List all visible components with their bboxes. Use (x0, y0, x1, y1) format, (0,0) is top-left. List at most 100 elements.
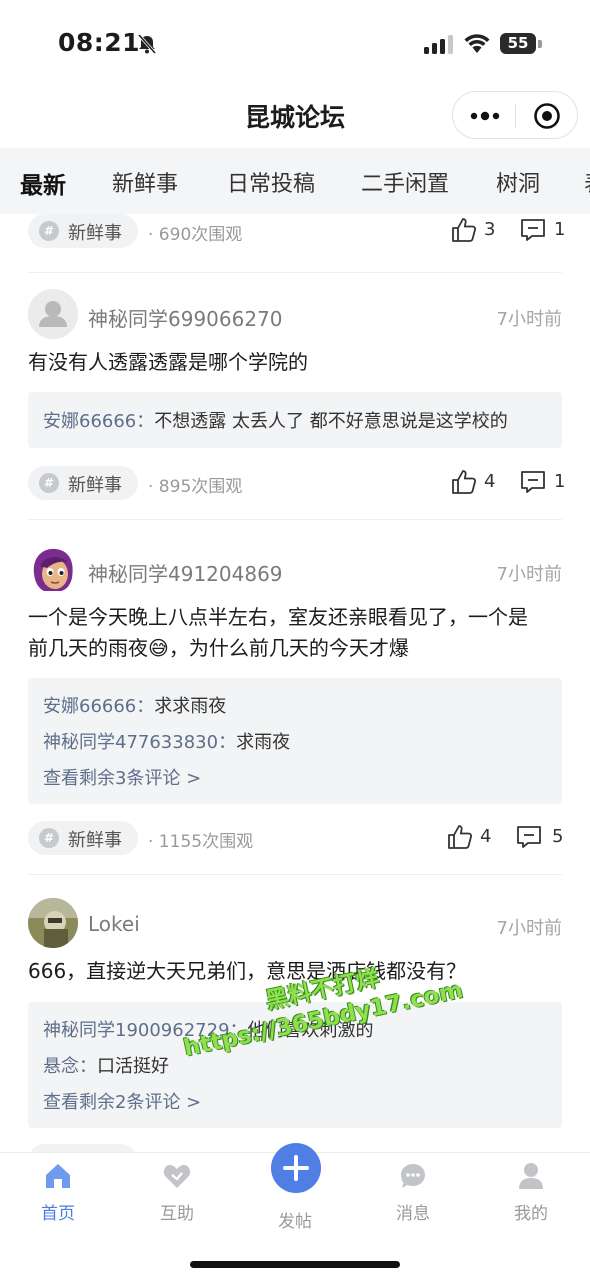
comment-line: 神秘同学477633830：求雨夜 (43, 728, 290, 754)
tab-more[interactable]: 表 (584, 166, 590, 198)
comment-author[interactable]: 悬念： (43, 1056, 97, 1077)
nav-label: 消息 (396, 1204, 430, 1224)
comment-text: 求雨夜 (236, 732, 291, 753)
nav-label: 我的 (514, 1204, 548, 1224)
topic-tag[interactable]: # 新鲜事 (28, 821, 138, 855)
comment-count: 1 (554, 219, 566, 240)
comment-line: 神秘同学1900962729：他们喜欢刺激的 (43, 1016, 374, 1042)
like-count: 4 (484, 471, 496, 492)
home-icon (46, 1164, 70, 1188)
post-meta-row: # 新鲜事 · 895次围观 4 1 (0, 466, 590, 502)
tab-daily-submission[interactable]: 日常投稿 (227, 166, 315, 198)
nav-label: 发帖 (278, 1212, 312, 1232)
nav-home[interactable]: 首页 (8, 1153, 108, 1243)
bell-muted-icon (137, 34, 157, 54)
view-count: · 895次围观 (148, 477, 243, 497)
signal-icon (424, 35, 453, 54)
title-bar: 昆城论坛 (0, 88, 590, 148)
view-count: · 1155次围观 (148, 832, 254, 852)
comment-line: 安娜66666：求求雨夜 (43, 692, 226, 718)
comment-icon[interactable] (520, 218, 546, 242)
nav-label: 首页 (41, 1204, 75, 1224)
hashtag-icon: # (39, 221, 59, 241)
comment-icon[interactable] (516, 825, 542, 849)
thumbs-up-icon[interactable] (450, 216, 478, 244)
avatar[interactable] (28, 544, 78, 594)
comment-preview[interactable]: 安娜66666：不想透露 太丢人了 都不好意思说是这学校的 (28, 392, 562, 448)
comment-text: 口活挺好 (97, 1056, 169, 1077)
post-content-line: 前几天的雨夜😅，为什么前几天的今天才爆 (28, 636, 409, 660)
battery-indicator: 55 (500, 33, 542, 55)
comment-text: 求求雨夜 (154, 696, 227, 717)
tab-tree-hole[interactable]: 树洞 (496, 166, 540, 198)
post-content[interactable]: 有没有人透露透露是哪个学院的 (28, 347, 562, 378)
comment-count: 5 (552, 826, 564, 847)
topic-tag[interactable] (28, 1144, 138, 1152)
post-divider (28, 272, 562, 273)
post-time: 7小时前 (496, 309, 562, 330)
like-count: 3 (484, 219, 496, 240)
view-count: · 690次围观 (148, 225, 243, 245)
tab-news[interactable]: 新鲜事 (112, 166, 178, 198)
close-target-icon[interactable] (533, 102, 561, 130)
post-button[interactable] (271, 1143, 321, 1193)
tab-latest[interactable]: 最新 (20, 166, 66, 200)
view-more-comments-link[interactable]: 查看剩余2条评论 > (43, 1088, 201, 1114)
status-time: 08:21 (58, 28, 141, 57)
nav-help[interactable]: 互助 (127, 1153, 227, 1243)
comment-icon[interactable] (520, 470, 546, 494)
plus-icon (283, 1155, 309, 1181)
comment-line: 悬念：口活挺好 (43, 1052, 169, 1078)
like-count: 4 (480, 826, 492, 847)
post-author[interactable]: 神秘同学699066270 (88, 303, 283, 332)
topic-tag-label: 新鲜事 (68, 830, 122, 851)
comment-text: 不想透露 太丢人了 都不好意思说是这学校的 (154, 411, 508, 432)
post-content[interactable]: 666，直接逆大天兄弟们，意思是酒店钱都没有？ (28, 956, 562, 987)
comment-author[interactable]: 安娜66666： (43, 411, 154, 432)
topic-tag-label: 新鲜事 (68, 475, 122, 496)
post-author[interactable]: 神秘同学491204869 (88, 558, 283, 587)
tab-second-hand[interactable]: 二手闲置 (361, 166, 449, 198)
comment-author[interactable]: 安娜66666： (43, 696, 154, 717)
chat-bubble-icon (401, 1164, 425, 1188)
wifi-icon (464, 34, 490, 53)
thumbs-up-icon[interactable] (446, 823, 474, 851)
avatar[interactable] (28, 289, 78, 339)
comment-line: 安娜66666：不想透露 太丢人了 都不好意思说是这学校的 (43, 407, 508, 433)
nav-profile[interactable]: 我的 (481, 1153, 581, 1243)
post-meta-row: # 新鲜事 · 1155次围观 4 5 (0, 821, 590, 857)
default-avatar-icon (28, 289, 78, 339)
home-indicator[interactable] (190, 1261, 400, 1268)
avatar[interactable] (28, 898, 78, 948)
post-time: 7小时前 (496, 564, 562, 585)
post-feed[interactable]: # 新鲜事 · 690次围观 3 1 神秘同学699066270 7小时前 有没… (0, 214, 590, 1152)
post-content-line: 一个是今天晚上八点半左右，室友还亲眼看见了，一个是 (28, 605, 528, 629)
nav-messages[interactable]: 消息 (363, 1153, 463, 1243)
comment-preview[interactable]: 神秘同学1900962729：他们喜欢刺激的 悬念：口活挺好 查看剩余2条评论 … (28, 1002, 562, 1128)
comment-preview[interactable]: 安娜66666：求求雨夜 神秘同学477633830：求雨夜 查看剩余3条评论 … (28, 678, 562, 804)
heart-hands-icon (163, 1165, 191, 1188)
person-icon (519, 1163, 543, 1189)
post-author[interactable]: Lokei (88, 912, 140, 936)
nav-label: 互助 (160, 1204, 194, 1224)
battery-level: 55 (507, 34, 529, 52)
post-content[interactable]: 一个是今天晚上八点半左右，室友还亲眼看见了，一个是 前几天的雨夜😅，为什么前几天… (28, 602, 562, 664)
photo-avatar-icon (28, 898, 78, 948)
more-dots-icon[interactable] (469, 106, 501, 126)
comment-text: 他们喜欢刺激的 (247, 1020, 374, 1041)
status-bar: 08:21 55 (0, 0, 590, 90)
cartoon-avatar-icon (28, 544, 78, 594)
comment-author[interactable]: 神秘同学477633830： (43, 732, 236, 753)
mini-program-capsule (452, 91, 578, 139)
hashtag-icon: # (39, 473, 59, 493)
comment-author[interactable]: 神秘同学1900962729： (43, 1020, 248, 1041)
thumbs-up-icon[interactable] (450, 468, 478, 496)
topic-tag[interactable]: # 新鲜事 (28, 214, 138, 248)
topic-tag[interactable]: # 新鲜事 (28, 466, 138, 500)
post-meta-row: # 新鲜事 · 690次围观 3 1 (0, 214, 590, 250)
post-divider (28, 874, 562, 875)
battery-cap (538, 40, 542, 48)
bottom-nav: 首页 互助 发帖 消息 我的 (0, 1143, 590, 1280)
view-more-comments-link[interactable]: 查看剩余3条评论 > (43, 764, 201, 790)
nav-post[interactable]: 发帖 (245, 1143, 345, 1243)
